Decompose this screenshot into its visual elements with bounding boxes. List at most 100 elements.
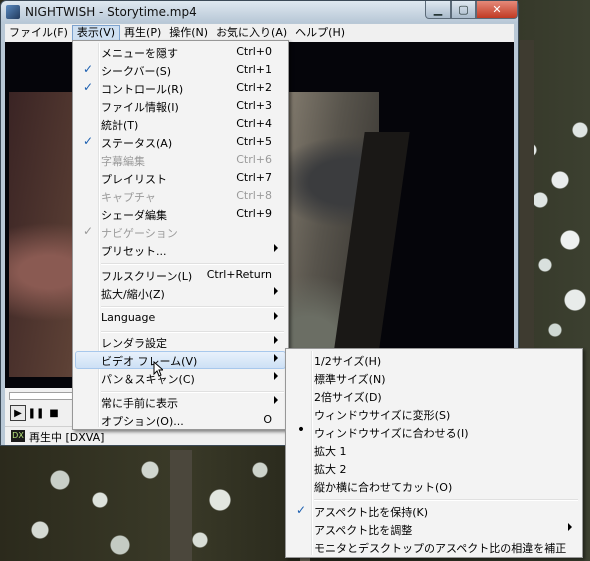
menu-item-subtitle-edit[interactable]: 字幕編集 Ctrl+6 [75,151,286,169]
menu-item-presets[interactable]: プリセット... [75,241,286,259]
menu-item-label: プリセット... [101,245,167,258]
menu-item-label: シェーダ編集 [101,209,167,222]
menu-item-label: 2倍サイズ(D) [314,391,382,404]
submenu-arrow-icon [568,523,572,531]
menu-item-shader-edit[interactable]: シェーダ編集 Ctrl+9 [75,205,286,223]
submenu-arrow-icon [274,312,278,320]
check-icon: ✓ [82,80,94,94]
menu-item-shortcut: Ctrl+7 [236,171,272,184]
window-title: NIGHTWISH - Storytime.mp4 [25,5,197,19]
menu-item-controls[interactable]: ✓ コントロール(R) Ctrl+2 [75,79,286,97]
menu-item-shortcut: Ctrl+2 [236,81,272,94]
menu-item-navigation[interactable]: ✓ ナビゲーション [75,223,286,241]
menu-item-statistics[interactable]: 統計(T) Ctrl+4 [75,115,286,133]
submenu-arrow-icon [274,396,278,404]
menu-item-label: パン＆スキャン(C) [101,373,195,386]
app-icon [6,5,20,19]
menu-item-label: アスペクト比を保持(K) [314,506,429,519]
menu-item-correct-monitor-aspect[interactable]: モニタとデスクトップのアスペクト比の相違を補正 [288,538,580,556]
menu-item-shortcut: Ctrl+3 [236,99,272,112]
status-text: 再生中 [DXVA] [29,431,105,444]
menu-item-half-size[interactable]: 1/2サイズ(H) [288,351,580,369]
stop-button[interactable]: ■ [46,405,62,421]
menu-item-label: 1/2サイズ(H) [314,355,382,368]
menu-item-file-info[interactable]: ファイル情報(I) Ctrl+3 [75,97,286,115]
menu-item-shortcut: Ctrl+4 [236,117,272,130]
menu-item-label: メニューを隠す [101,47,178,60]
menu-item-fullscreen[interactable]: フルスクリーン(L) Ctrl+Return [75,266,286,284]
menu-help[interactable]: ヘルプ(H) [291,25,349,41]
submenu-arrow-icon [274,287,278,295]
menu-separator [101,263,284,265]
menu-item-zoom-2[interactable]: 拡大 2 [288,459,580,477]
menu-item-shortcut: O [263,413,272,426]
menu-item-shortcut: Ctrl+1 [236,63,272,76]
menu-item-label: 拡大 1 [314,445,347,458]
menu-item-normal-size[interactable]: 標準サイズ(N) [288,369,580,387]
menu-item-capture[interactable]: キャプチャ Ctrl+8 [75,187,286,205]
menu-item-zoom-1[interactable]: 拡大 1 [288,441,580,459]
menu-item-playlist[interactable]: プレイリスト Ctrl+7 [75,169,286,187]
menu-item-language[interactable]: Language [75,309,286,327]
menu-navigate[interactable]: 操作(N) [165,25,212,41]
menu-view[interactable]: 表示(V) [71,25,121,41]
menu-item-label: 縦か横に合わせてカット(O) [314,481,453,494]
menu-item-stretch-to-window[interactable]: ウィンドウサイズに変形(S) [288,405,580,423]
menu-file[interactable]: ファイル(F) [5,25,72,41]
check-icon: ✓ [82,62,94,76]
menu-item-label: Language [101,311,156,324]
menu-separator [314,499,578,501]
menu-item-label: 標準サイズ(N) [314,373,386,386]
menu-item-shortcut: Ctrl+0 [236,45,272,58]
submenu-arrow-icon [274,336,278,344]
menu-item-pan-scan[interactable]: パン＆スキャン(C) [75,369,286,387]
close-button[interactable]: ✕ [476,1,518,19]
tree-trunk [170,450,192,561]
menu-item-video-frame[interactable]: ビデオ フレーム(V) [75,351,286,369]
submenu-arrow-icon [274,244,278,252]
menu-item-label: 統計(T) [101,119,139,132]
check-icon: ✓ [295,503,307,517]
menu-item-always-on-top[interactable]: 常に手前に表示 [75,393,286,411]
menu-item-label: ステータス(A) [101,137,173,150]
video-frame-submenu: 1/2サイズ(H) 標準サイズ(N) 2倍サイズ(D) ウィンドウサイズに変形(… [285,348,583,558]
menu-item-label: 字幕編集 [101,155,145,168]
menu-favorites[interactable]: お気に入り(A) [212,25,291,41]
menu-item-label: ウィンドウサイズに変形(S) [314,409,451,422]
maximize-button[interactable]: ▢ [451,1,476,19]
menu-item-label: モニタとデスクトップのアスペクト比の相違を補正 [314,542,567,555]
pause-button[interactable]: ❚❚ [28,405,45,421]
menu-item-zoom[interactable]: 拡大/縮小(Z) [75,284,286,302]
menu-item-shortcut: Ctrl+Return [206,268,272,281]
menu-item-shortcut: Ctrl+8 [236,189,272,202]
menu-item-status[interactable]: ✓ ステータス(A) Ctrl+5 [75,133,286,151]
menu-item-renderer-settings[interactable]: レンダラ設定 [75,333,286,351]
view-menu: メニューを隠す Ctrl+0 ✓ シークバー(S) Ctrl+1 ✓ コントロー… [72,40,289,430]
menu-item-label: ファイル情報(I) [101,101,179,114]
menu-item-label: コントロール(R) [101,83,184,96]
menu-item-options[interactable]: オプション(O)... O [75,411,286,429]
check-icon: ✓ [82,224,94,238]
menu-item-adjust-aspect-ratio[interactable]: アスペクト比を調整 [288,520,580,538]
dx-status-icon: DX [11,430,25,442]
menu-item-shortcut: Ctrl+6 [236,153,272,166]
menu-item-label: プレイリスト [101,173,167,186]
menu-item-label: ビデオ フレーム(V) [101,355,198,368]
submenu-arrow-icon [274,372,278,380]
menu-item-label: シークバー(S) [101,65,172,78]
menu-item-seekbar[interactable]: ✓ シークバー(S) Ctrl+1 [75,61,286,79]
submenu-arrow-icon [274,354,278,362]
play-button[interactable]: ▶ [10,405,26,421]
radio-bullet-icon: • [296,422,306,438]
menu-item-hide-menu[interactable]: メニューを隠す Ctrl+0 [75,43,286,61]
minimize-button[interactable]: ▁ [425,1,451,19]
menu-item-keep-aspect-ratio[interactable]: ✓ アスペクト比を保持(K) [288,502,580,520]
menu-item-label: キャプチャ [101,191,156,204]
menu-item-label: フルスクリーン(L) [101,270,193,283]
menu-play[interactable]: 再生(P) [120,25,165,41]
menu-item-double-size[interactable]: 2倍サイズ(D) [288,387,580,405]
menu-item-label: 常に手前に表示 [101,397,178,410]
menu-item-fit-to-window[interactable]: • ウィンドウサイズに合わせる(I) [288,422,580,441]
check-icon: ✓ [82,134,94,148]
menu-item-crop-to-fit[interactable]: 縦か横に合わせてカット(O) [288,477,580,495]
